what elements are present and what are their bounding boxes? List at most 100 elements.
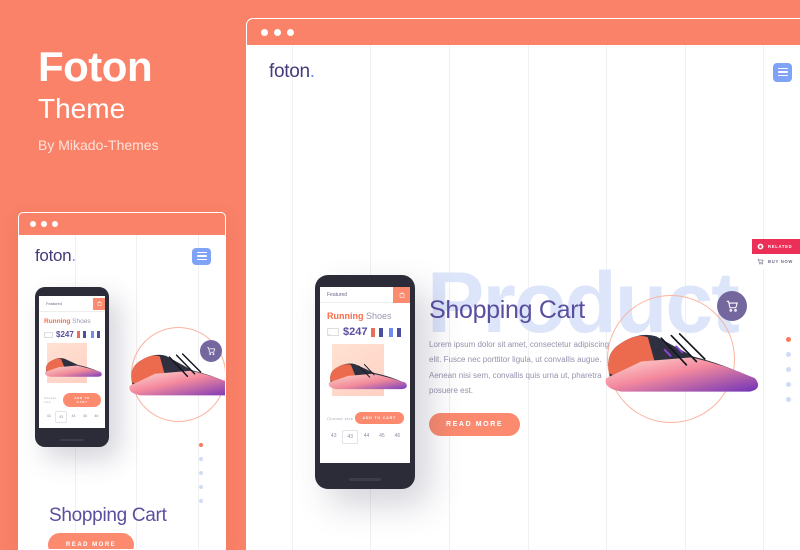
slider-pagination xyxy=(786,337,791,412)
browser-viewport: foton. Product Featured Running Shoes - … xyxy=(247,45,800,550)
read-more-button[interactable]: READ MORE xyxy=(429,412,521,436)
preview-floating-cart-badge[interactable] xyxy=(200,340,222,362)
preview-product-price: $247 xyxy=(56,330,74,339)
floating-cart-badge[interactable] xyxy=(717,291,747,321)
record-circle-icon xyxy=(757,243,764,250)
slider-dot[interactable] xyxy=(199,485,203,489)
preview-phone-footer: Choose size ADD TO CART xyxy=(39,389,105,407)
phone-app-header: Featured xyxy=(320,287,410,303)
size-option[interactable]: 46 xyxy=(92,411,101,423)
size-option[interactable]: 44 xyxy=(360,430,373,444)
logo-text: foton xyxy=(269,61,310,82)
color-swatch[interactable] xyxy=(82,331,86,338)
preview-phone-home-indicator xyxy=(60,439,84,441)
traffic-light-maximize-icon[interactable] xyxy=(52,221,58,227)
side-badges: RELATED BUY NOW xyxy=(752,239,800,269)
color-swatch[interactable] xyxy=(90,331,94,338)
hero-shoe-illustration xyxy=(605,333,759,392)
color-swatch[interactable] xyxy=(379,327,384,337)
product-price: $247 xyxy=(343,326,368,338)
preview-viewport: foton. Featured Running Shoes - + $247 C… xyxy=(19,235,225,549)
traffic-light-close-icon[interactable] xyxy=(261,28,268,36)
preview-size-selector: 43 43 44 45 46 xyxy=(39,407,105,423)
traffic-light-minimize-icon[interactable] xyxy=(41,221,47,227)
promo-subtitle: Theme xyxy=(38,93,126,124)
preview-product-type: Shoes xyxy=(72,318,91,325)
related-badge-label: RELATED xyxy=(768,244,793,249)
preview-site-logo[interactable]: foton. xyxy=(35,246,76,266)
preview-shopping-bag-icon[interactable] xyxy=(93,297,105,310)
preview-shoe-illustration xyxy=(44,358,102,377)
logo-period: . xyxy=(309,61,315,82)
size-option[interactable]: 43 xyxy=(44,411,53,423)
preview-add-to-cart-button[interactable]: ADD TO CART xyxy=(63,393,101,407)
quantity-stepper[interactable]: - + xyxy=(327,327,339,337)
site-navbar: foton. xyxy=(247,45,800,99)
phone-product-title: Running Shoes xyxy=(320,303,410,321)
slider-dot-active[interactable] xyxy=(199,443,203,447)
preview-phone-app-header: Featured xyxy=(39,296,105,312)
traffic-light-close-icon[interactable] xyxy=(30,221,36,227)
related-badge[interactable]: RELATED xyxy=(752,239,800,254)
slider-dot[interactable] xyxy=(786,352,791,357)
preview-page-title: Shopping Cart xyxy=(49,505,167,526)
promo-title: Foton xyxy=(38,43,153,90)
color-swatch[interactable] xyxy=(397,327,402,337)
main-browser-window: foton. Product Featured Running Shoes - … xyxy=(246,18,800,550)
shopping-cart-icon xyxy=(207,347,216,356)
product-brand: Running xyxy=(327,311,364,321)
preview-hamburger-menu-icon[interactable] xyxy=(192,247,211,265)
traffic-light-maximize-icon[interactable] xyxy=(287,28,294,36)
slider-dot[interactable] xyxy=(199,457,203,461)
preview-slider-pagination xyxy=(199,443,203,513)
slider-dot[interactable] xyxy=(199,499,203,503)
slider-dot[interactable] xyxy=(786,397,791,402)
logo-text: foton xyxy=(35,246,72,265)
size-option-selected[interactable]: 43 xyxy=(55,411,67,423)
phone-price-row: - + $247 xyxy=(320,321,410,338)
traffic-light-minimize-icon[interactable] xyxy=(274,28,281,36)
preview-title-bar xyxy=(19,213,225,235)
color-swatch[interactable] xyxy=(389,327,394,337)
slider-dot-active[interactable] xyxy=(786,337,791,342)
slider-dot[interactable] xyxy=(786,367,791,372)
preview-product-image xyxy=(43,343,102,389)
product-type: Shoes xyxy=(366,311,392,321)
color-swatch[interactable] xyxy=(76,331,80,338)
hero-paragraph: Lorem ipsum dolor sit amet, consectetur … xyxy=(429,339,610,396)
add-to-cart-button[interactable]: ADD TO CART xyxy=(354,412,404,424)
preview-product-title: Running Shoes xyxy=(39,312,105,325)
size-option[interactable]: 44 xyxy=(69,411,78,423)
buy-now-badge-label: BUY NOW xyxy=(768,259,794,264)
slider-dot[interactable] xyxy=(786,382,791,387)
color-swatch[interactable] xyxy=(371,327,376,337)
preview-quantity-stepper[interactable]: - + xyxy=(44,331,53,339)
size-selector: 43 43 44 45 46 xyxy=(320,424,410,444)
preview-product-brand: Running xyxy=(44,318,71,325)
preview-read-more-button[interactable]: READ MORE xyxy=(48,533,135,549)
size-option-selected[interactable]: 43 xyxy=(342,430,358,444)
shopping-bag-icon[interactable] xyxy=(393,287,410,303)
size-option[interactable]: 46 xyxy=(391,430,404,444)
choose-size-label: Choose size xyxy=(327,415,354,421)
size-option[interactable]: 43 xyxy=(327,430,340,444)
slider-dot[interactable] xyxy=(199,471,203,475)
shoe-illustration xyxy=(328,363,407,390)
preview-choose-size-label: Choose size xyxy=(44,396,57,404)
buy-now-badge[interactable]: BUY NOW xyxy=(752,254,800,269)
hamburger-menu-icon[interactable] xyxy=(773,62,792,82)
logo-period: . xyxy=(71,246,76,265)
preview-phone-header-label: Featured xyxy=(46,301,63,306)
preview-phone-mockup: Featured Running Shoes - + $247 Choose s… xyxy=(35,287,109,447)
phone-home-indicator xyxy=(349,478,381,481)
cart-icon xyxy=(757,258,764,265)
browser-title-bar xyxy=(247,19,800,45)
color-swatch[interactable] xyxy=(96,331,100,338)
preview-browser-window: foton. Featured Running Shoes - + $247 C… xyxy=(18,212,226,550)
size-option[interactable]: 45 xyxy=(80,411,89,423)
site-logo[interactable]: foton. xyxy=(269,61,315,83)
size-option[interactable]: 45 xyxy=(375,430,388,444)
preview-navbar: foton. xyxy=(19,235,225,277)
page-title: Shopping Cart xyxy=(429,296,585,324)
preview-phone-screen: Featured Running Shoes - + $247 Choose s… xyxy=(39,296,105,428)
